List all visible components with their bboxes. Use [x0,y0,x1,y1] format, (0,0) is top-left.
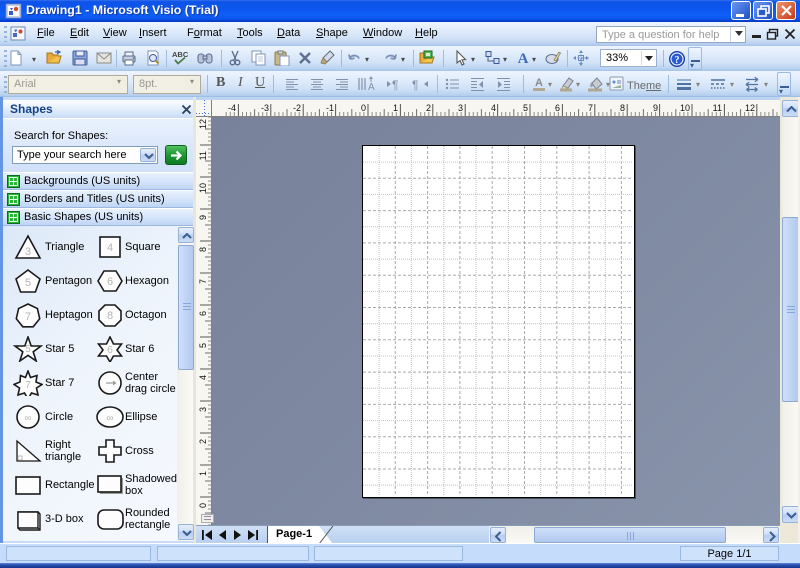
svg-text:7: 7 [588,103,593,113]
svg-text:9: 9 [198,215,208,220]
svg-text:8: 8 [620,103,625,113]
svg-text:8: 8 [198,247,208,252]
svg-text:∞: ∞ [24,413,31,424]
svg-text:10: 10 [198,183,208,193]
svg-text:8: 8 [107,310,113,322]
svg-text:1: 1 [198,471,208,476]
svg-text:ABC: ABC [172,50,189,59]
svg-text:?: ? [675,55,680,66]
svg-text:-1: -1 [326,103,334,113]
svg-text:4: 4 [107,242,113,254]
svg-text:0: 0 [198,503,208,508]
svg-text:5: 5 [523,103,528,113]
svg-text:6: 6 [198,311,208,316]
svg-text:A: A [535,77,543,89]
svg-text:12: 12 [198,119,208,129]
svg-text:2: 2 [426,103,431,113]
svg-text:7: 7 [25,380,31,391]
svg-text:9: 9 [653,103,658,113]
svg-text:1: 1 [393,103,398,113]
svg-text:-3: -3 [261,103,269,113]
svg-text:12: 12 [745,103,755,113]
svg-text:5: 5 [198,343,208,348]
svg-text:0: 0 [361,103,366,113]
svg-text:5: 5 [25,344,31,355]
svg-text:A: A [518,51,529,66]
svg-text:6: 6 [555,103,560,113]
svg-text:7: 7 [25,311,31,323]
svg-text:-4: -4 [228,103,236,113]
svg-text:11: 11 [713,103,722,113]
svg-text:¶: ¶ [412,78,418,92]
svg-text:4: 4 [491,103,496,113]
svg-text:10: 10 [680,103,690,113]
svg-text:7: 7 [198,279,208,284]
svg-text:6: 6 [107,276,113,288]
svg-text:4: 4 [198,375,208,380]
svg-text:6: 6 [107,345,113,356]
svg-text:-2: -2 [293,103,301,113]
svg-text:3: 3 [198,407,208,412]
svg-text:5: 5 [25,277,31,289]
svg-text:A: A [368,82,375,92]
svg-text:11: 11 [198,151,208,160]
svg-text:3: 3 [25,246,31,258]
svg-text:∞: ∞ [106,413,113,424]
svg-text:¶: ¶ [392,78,398,92]
svg-text:2: 2 [198,439,208,444]
svg-text:3: 3 [458,103,463,113]
